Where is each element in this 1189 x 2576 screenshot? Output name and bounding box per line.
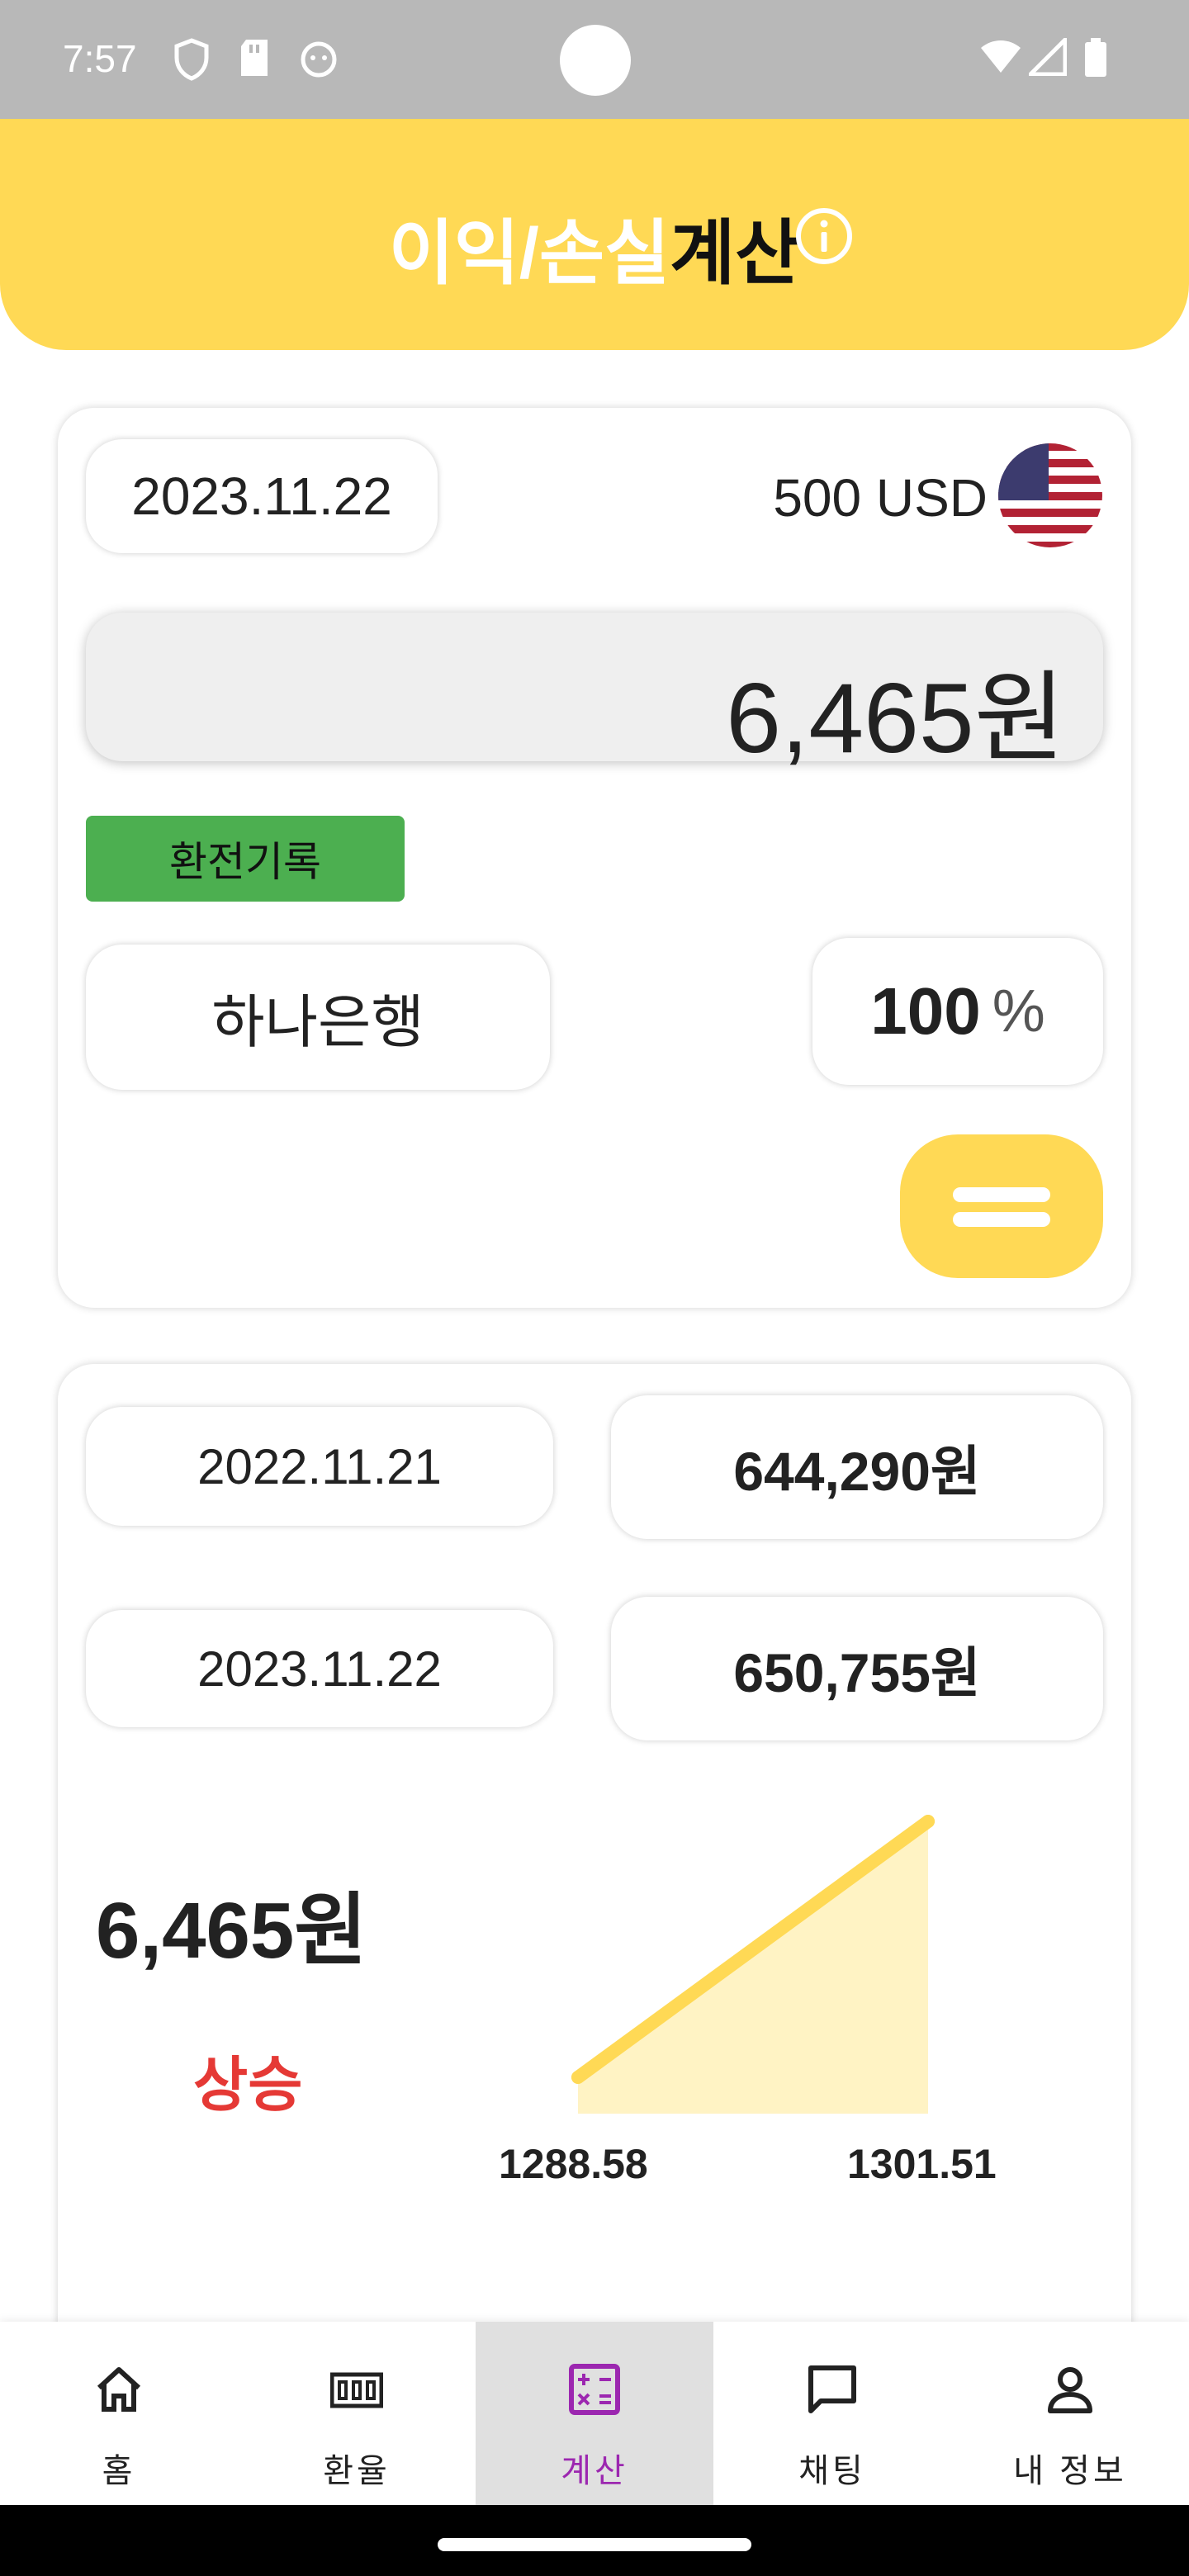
- rate-percent-value: 100: [870, 974, 981, 1048]
- title-calculation: 계산: [670, 214, 801, 293]
- info-icon[interactable]: [794, 206, 854, 266]
- nav-my-info-label: 내 정보: [1013, 2453, 1127, 2489]
- bottom-navigation: 홈 환율 계산 채팅 내 정보: [0, 2322, 1189, 2505]
- nav-chat[interactable]: 채팅: [713, 2322, 951, 2505]
- nav-exchange-rate-label: 환율: [323, 2453, 391, 2489]
- past-date-field[interactable]: 2022.11.21: [86, 1407, 553, 1526]
- trend-label: 상승: [193, 2053, 303, 2119]
- menu-bar-icon: [953, 1187, 1050, 1202]
- current-date-field[interactable]: 2023.11.22: [86, 1610, 553, 1727]
- page-title: 이익/손실계산: [0, 195, 1189, 298]
- nav-calculate[interactable]: 계산: [476, 2322, 713, 2505]
- percent-sign: %: [992, 978, 1045, 1044]
- bank-name: 하나은행: [211, 989, 424, 1054]
- rate-point: [921, 1815, 935, 1828]
- currency-amount-label[interactable]: 500 USD: [773, 467, 988, 528]
- exchange-record-button[interactable]: 환전기록: [86, 816, 405, 902]
- nav-chat-label: 채팅: [798, 2453, 866, 2489]
- app-header: 이익/손실계산: [0, 119, 1189, 350]
- rate-point: [571, 2071, 585, 2084]
- calculator-icon: [569, 2364, 620, 2415]
- past-value-field: 644,290원: [611, 1395, 1103, 1539]
- nav-calculate-label: 계산: [561, 2453, 628, 2489]
- menu-bar-icon: [953, 1212, 1050, 1227]
- person-icon: [1048, 2367, 1092, 2413]
- profit-display: 6,465원: [86, 613, 1103, 774]
- battery-icon: [1085, 38, 1106, 77]
- profit-amount: 6,465원: [726, 663, 1065, 774]
- nav-exchange-rate[interactable]: 환율: [238, 2322, 476, 2505]
- camera-cutout: [560, 25, 631, 96]
- sd-card-icon: [241, 40, 268, 76]
- wifi-icon: [981, 40, 1021, 73]
- past-date-text: 2022.11.21: [197, 1438, 442, 1494]
- rate-percent-field[interactable]: 100 %: [812, 938, 1103, 1085]
- end-rate-label: 1301.51: [847, 2141, 997, 2187]
- face-icon: [301, 41, 337, 78]
- start-rate-label: 1288.58: [499, 2141, 648, 2187]
- difference-amount: 6,465원: [96, 1887, 367, 1975]
- home-gesture-bar[interactable]: [438, 2538, 751, 2551]
- chat-icon: [808, 2365, 856, 2413]
- signal-icon: [1029, 38, 1067, 76]
- current-date-text: 2023.11.22: [197, 1641, 442, 1697]
- us-flag-icon[interactable]: [997, 443, 1103, 548]
- home-icon: [97, 2367, 141, 2412]
- menu-button[interactable]: [900, 1134, 1103, 1278]
- nav-home[interactable]: 홈: [0, 2322, 238, 2505]
- current-value-text: 650,755원: [733, 1642, 981, 1703]
- status-bar: 7:57: [0, 0, 1189, 119]
- exchange-record-label: 환전기록: [169, 839, 321, 885]
- status-time: 7:57: [63, 37, 137, 80]
- currency-icon: [330, 2372, 383, 2408]
- date-text: 2023.11.22: [131, 466, 392, 526]
- nav-my-info[interactable]: 내 정보: [951, 2322, 1189, 2505]
- date-picker[interactable]: 2023.11.22: [86, 439, 438, 553]
- bank-selector[interactable]: 하나은행: [86, 945, 550, 1090]
- title-profit-loss: 이익/손실: [388, 214, 670, 293]
- shield-icon: [174, 38, 209, 81]
- nav-home-label: 홈: [102, 2453, 136, 2489]
- current-value-field: 650,755원: [611, 1597, 1103, 1740]
- rate-chart: [571, 1815, 935, 2114]
- past-value-text: 644,290원: [733, 1441, 981, 1502]
